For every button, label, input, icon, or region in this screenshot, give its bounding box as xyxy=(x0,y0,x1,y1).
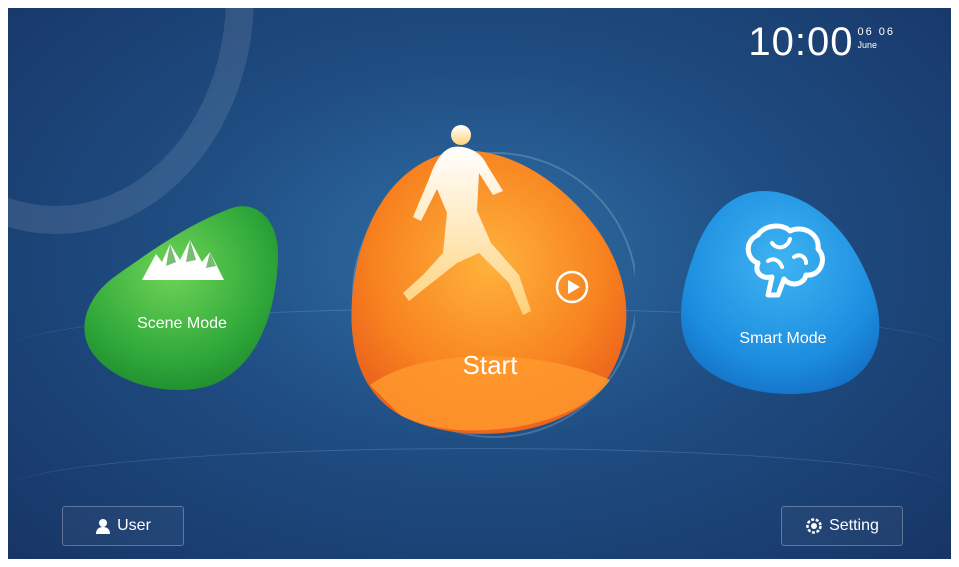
clock-time: 10:00 xyxy=(748,20,854,64)
user-icon xyxy=(95,518,111,534)
mountain-icon xyxy=(142,240,224,280)
scene-mode-shape xyxy=(84,206,279,390)
user-button[interactable]: User xyxy=(62,506,184,546)
smart-mode-label: Smart Mode xyxy=(739,330,827,347)
setting-button[interactable]: Setting xyxy=(781,506,903,546)
clock-date: 06 06 xyxy=(857,26,895,38)
runner-icon xyxy=(403,125,531,315)
user-label: User xyxy=(117,517,151,534)
setting-label: Setting xyxy=(829,517,879,534)
start-button[interactable]: Start xyxy=(345,125,635,445)
gear-icon xyxy=(805,517,823,535)
clock: 10:00 06 06 June xyxy=(748,20,895,64)
brain-icon xyxy=(745,223,825,298)
smart-mode-button[interactable]: Smart Mode xyxy=(678,187,888,397)
start-label: Start xyxy=(462,350,518,380)
scene-mode-label: Scene Mode xyxy=(137,315,227,332)
clock-month: June xyxy=(857,40,877,50)
play-icon[interactable] xyxy=(555,270,589,304)
scene-mode-button[interactable]: Scene Mode xyxy=(82,200,282,390)
